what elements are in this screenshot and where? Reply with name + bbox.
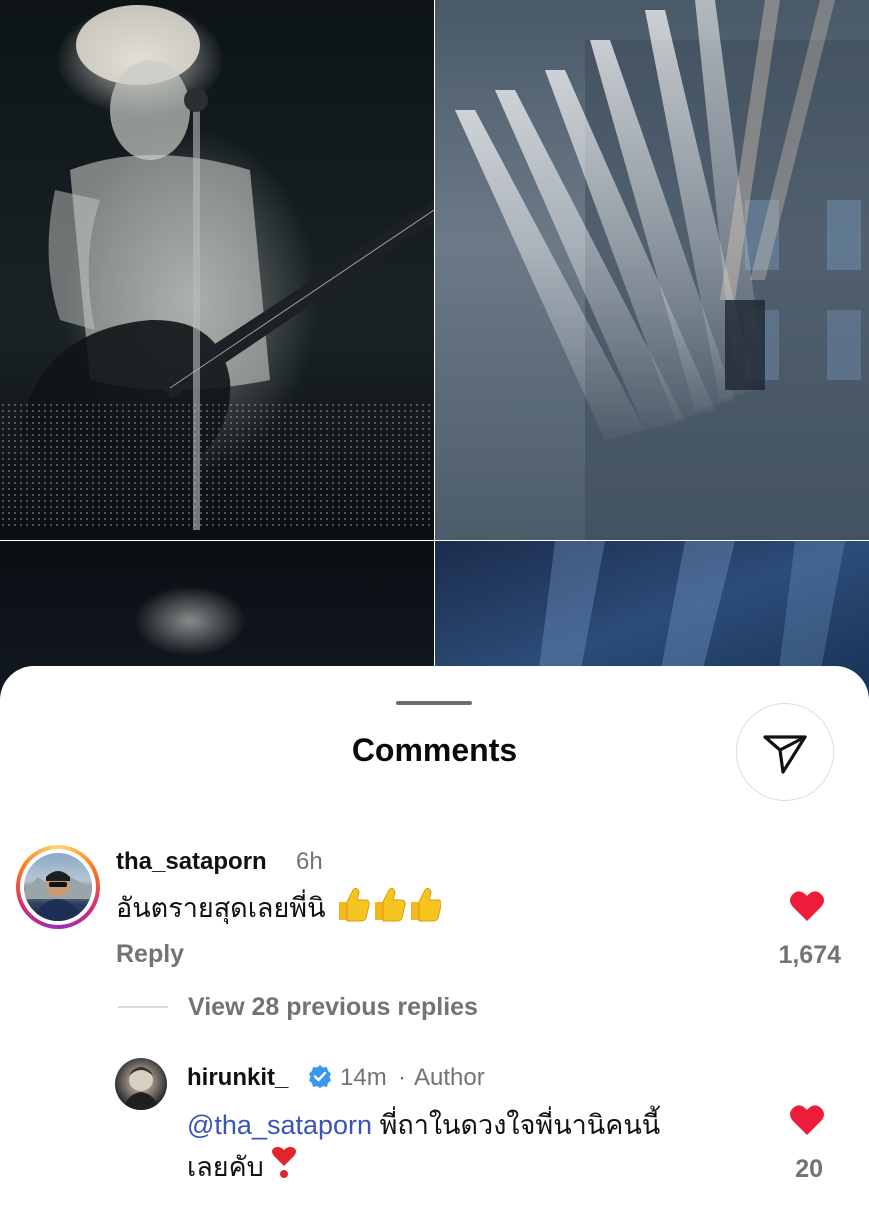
photo-stage-lights[interactable] (435, 0, 869, 540)
avatar (24, 853, 92, 921)
comment-username[interactable]: hirunkit_ (187, 1064, 288, 1092)
comment-avatar-story-ring[interactable] (16, 845, 100, 929)
comment-text: อันตรายสุดเลยพี่นิ (116, 884, 442, 936)
heart-icon[interactable] (789, 1104, 825, 1136)
reply-button[interactable]: Reply (116, 940, 184, 969)
comment-timestamp: 14m (340, 1064, 387, 1091)
comment-username[interactable]: tha_sataporn (116, 848, 267, 876)
replies-divider (118, 1006, 168, 1008)
thumbs-up-icon (333, 884, 442, 936)
meta-separator: · (398, 1064, 406, 1091)
comment-text-continued: เลยคับ (187, 1146, 297, 1192)
comments-sheet: Comments tha_sataporn 6h อันตรายสุดเลยพี… (0, 666, 869, 1206)
comment-timestamp: 6h (296, 848, 323, 875)
photo-guitarist-closeup[interactable] (0, 0, 434, 540)
comment-body: เลยคับ (187, 1152, 264, 1183)
photo-grid (0, 0, 869, 701)
send-icon (763, 735, 807, 774)
comment-text: @tha_sataporn พี่ถาในดวงใจพี่นานิคนนี้ (187, 1104, 660, 1146)
like-count: 20 (795, 1155, 823, 1183)
share-button[interactable] (736, 703, 834, 801)
heart-icon[interactable] (789, 890, 825, 922)
view-previous-replies-link[interactable]: View 28 previous replies (188, 993, 478, 1022)
comment-body: พี่ถาในดวงใจพี่นานิคนนี้ (379, 1110, 661, 1140)
mention-link[interactable]: @tha_sataporn (187, 1110, 372, 1140)
like-count: 1,674 (778, 941, 841, 969)
avatar[interactable] (115, 1058, 167, 1110)
author-badge: Author (414, 1064, 485, 1091)
verified-badge-icon (309, 1065, 331, 1088)
heart-exclamation-icon (271, 1146, 297, 1192)
sheet-drag-handle[interactable] (396, 701, 472, 705)
comment-body: อันตรายสุดเลยพี่นิ (116, 893, 326, 924)
